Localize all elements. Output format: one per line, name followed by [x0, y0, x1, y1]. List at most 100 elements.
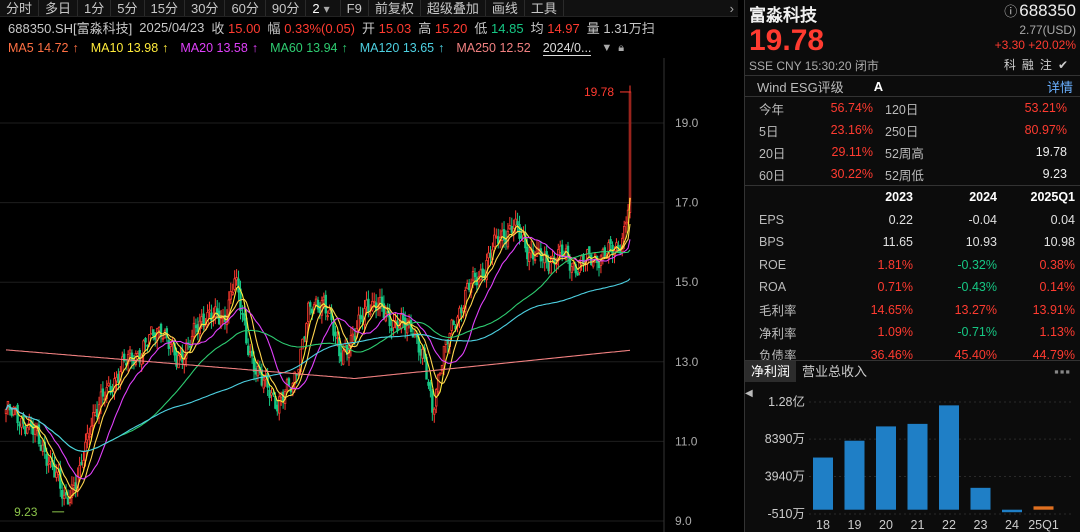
- tab-revenue[interactable]: 营业总收入: [796, 361, 873, 382]
- tab-90min[interactable]: 90分: [266, 0, 307, 16]
- candle-body: [419, 348, 422, 356]
- candle-body: [229, 291, 232, 300]
- esg-detail-link[interactable]: 详情: [1047, 77, 1073, 96]
- price-axis: 19.0 17.0 15.0 13.0 11.0 9.0: [675, 116, 699, 528]
- candle-body: [429, 382, 432, 392]
- row-label: EPS: [759, 212, 785, 227]
- low-label: 低: [474, 20, 488, 36]
- candle-body: [88, 435, 91, 438]
- avg-value: 14.97: [547, 20, 580, 36]
- candle-body: [549, 262, 552, 274]
- ma-legend[interactable]: MA5 14.72 ↑ MA10 13.98 ↑ MA20 13.58 ↑ MA60 …: [0, 38, 738, 58]
- candle-body: [351, 333, 355, 337]
- chevron-right-icon[interactable]: ›: [726, 1, 738, 16]
- candle-body: [80, 462, 83, 466]
- stock-code-box[interactable]: ⓘ 688350: [1004, 1, 1076, 21]
- candle-body: [20, 417, 23, 428]
- candle-body: [372, 300, 376, 303]
- bar-x-tick: 22: [942, 518, 956, 532]
- candle-body: [322, 296, 326, 301]
- tag-star-market[interactable]: 科: [1004, 58, 1022, 72]
- candle-body: [307, 302, 310, 323]
- candle-body: [177, 355, 180, 369]
- return-value: 53.21%: [1024, 101, 1067, 115]
- adjust-button[interactable]: 前复权: [369, 0, 421, 16]
- candle-body: [107, 382, 110, 387]
- bar-y-tick: -510万: [767, 507, 805, 521]
- stock-panel: 富淼科技 ⓘ 688350 19.78 2.77(USD) +3.30 +20.0…: [744, 0, 1080, 532]
- candle-body: [169, 343, 172, 347]
- financials-row: EPS 0.22 -0.04 0.04: [745, 209, 1080, 232]
- net-profit-chart: 1.28亿 8390万 3940万 -510万 18 19 20 21 22 23 24 25Q1: [765, 394, 1071, 532]
- candle-body: [597, 261, 601, 269]
- last-price: 19.78: [749, 24, 825, 57]
- returns-row: 5日 23.16% 250日 80.97%: [745, 119, 1080, 141]
- candle-body: [41, 444, 45, 452]
- tab-multiday[interactable]: 多日: [39, 0, 79, 16]
- kline-chart[interactable]: 19.0 17.0 15.0 13.0 11.0 9.0 19.78 9.23: [0, 58, 738, 532]
- ma-date-selector[interactable]: 2024/0...: [542, 41, 592, 56]
- row-label: BPS: [759, 235, 785, 250]
- tag-registration[interactable]: 注: [1040, 58, 1058, 72]
- tab-1min[interactable]: 1分: [78, 0, 112, 16]
- overlay-button[interactable]: 超级叠加: [421, 0, 486, 16]
- candle-body: [60, 490, 64, 499]
- ma60-line: [25, 249, 631, 452]
- candle-body: [559, 245, 562, 253]
- returns-row: 60日 30.22% 52周低 9.23: [745, 163, 1080, 185]
- f9-button[interactable]: F9: [341, 0, 369, 16]
- candle-body: [487, 252, 490, 259]
- ma5-line: [5, 197, 631, 500]
- candle-body: [237, 278, 240, 293]
- candle-body: [47, 462, 50, 465]
- row-label: ROE: [759, 257, 787, 272]
- candle-body: [359, 314, 362, 320]
- lock-icon[interactable]: 🔒︎: [618, 42, 624, 55]
- check-icon[interactable]: ✔: [1058, 58, 1074, 72]
- quote-info-row: 688350.SH[富淼科技] 2025/04/23 收 15.00 幅 0.3…: [0, 17, 738, 37]
- cell-value: -0.71%: [957, 325, 997, 340]
- return-period: 250日: [885, 124, 919, 139]
- candle-body: [297, 368, 300, 373]
- candle-body: [340, 352, 343, 362]
- triangle-down-icon[interactable]: ▼: [601, 42, 612, 54]
- ma-item: MA10 13.98 ↑: [91, 41, 173, 55]
- tab-30min[interactable]: 30分: [185, 0, 226, 16]
- candle-body: [72, 485, 76, 489]
- candle-body: [369, 312, 372, 316]
- candle-body: [39, 444, 43, 451]
- cell-value: 0.22: [888, 212, 913, 227]
- tab-5min[interactable]: 5分: [111, 0, 145, 16]
- ma-name: MA20: [180, 41, 214, 55]
- candle-body: [95, 408, 99, 418]
- tab-net-profit[interactable]: 净利润: [745, 361, 797, 382]
- candle-body: [467, 282, 471, 291]
- tab-60min[interactable]: 60分: [225, 0, 266, 16]
- bar-22: [939, 405, 959, 510]
- tools-button[interactable]: 工具: [525, 0, 564, 16]
- return-value: 80.97%: [1024, 123, 1067, 137]
- financials-row: 净利率 1.09% -0.71% 1.13%: [745, 321, 1080, 344]
- returns-table: 今年 56.74% 120日 53.21% 5日 23.16% 250日 80.97% 20日 2…: [745, 97, 1080, 185]
- return-value: 19.78: [1035, 145, 1067, 159]
- tab-intraday[interactable]: 分时: [0, 0, 40, 16]
- tab-15min[interactable]: 15分: [145, 0, 185, 16]
- candle-body: [254, 368, 258, 375]
- candle-body: [90, 425, 93, 435]
- column-header: 2024: [969, 190, 997, 205]
- tab-period-dropdown[interactable]: 2 ▾: [306, 0, 341, 16]
- more-dots-icon[interactable]: ▪▪▪: [1054, 364, 1071, 379]
- candle-body: [26, 426, 29, 434]
- bar-x-tick: 19: [848, 518, 862, 532]
- cell-value: 11.65: [882, 235, 913, 250]
- esg-rating-row: Wind ESG评级 A 详情: [745, 75, 1080, 97]
- ma-value: 13.98: [126, 41, 159, 55]
- cell-value: 0.38%: [1039, 257, 1075, 272]
- close-value: 15.00: [228, 20, 261, 36]
- tag-margin[interactable]: 融: [1022, 58, 1040, 72]
- candle-body: [128, 349, 132, 354]
- financials-row: ROA 0.71% -0.43% 0.14%: [745, 276, 1080, 299]
- draw-button[interactable]: 画线: [486, 0, 525, 16]
- candle-body: [144, 337, 147, 343]
- candle-body: [287, 378, 291, 386]
